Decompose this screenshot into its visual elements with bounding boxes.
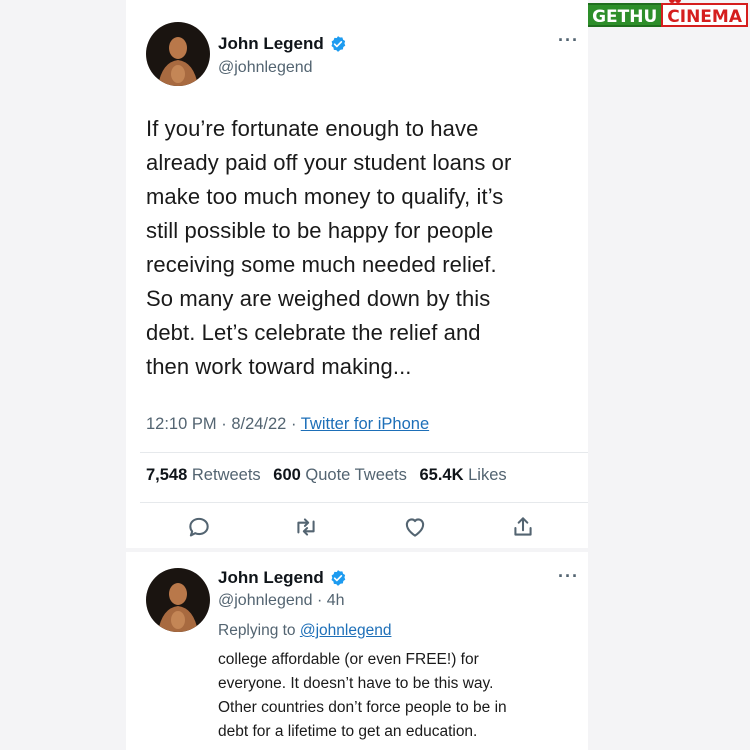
author-name-row: John Legend [218, 34, 347, 54]
tweet-body: If you’re fortunate enough to have alrea… [146, 112, 576, 384]
tweet-source-link[interactable]: Twitter for iPhone [301, 415, 429, 433]
tweet-line: receiving some much needed relief. [146, 252, 497, 277]
replying-to: Replying to @johnlegend [218, 622, 391, 640]
author-name[interactable]: John Legend [218, 568, 324, 588]
tweet-line: make too much money to qualify, it’s [146, 184, 504, 209]
more-horizontal-icon[interactable]: ··· [558, 566, 579, 587]
quote-tweets-stat[interactable]: 600 Quote Tweets [273, 466, 407, 484]
tweet-line: already paid off your student loans or [146, 150, 512, 175]
tweet-line: So many are weighed down by this [146, 286, 491, 311]
reply-handle-row: @johnlegend · 4h [218, 592, 345, 610]
tweet-time[interactable]: 12:10 PM [146, 415, 217, 433]
retweet-icon[interactable] [293, 514, 319, 540]
author-name-row: John Legend [218, 568, 347, 588]
like-icon[interactable] [402, 514, 428, 540]
author-name[interactable]: John Legend [218, 34, 324, 54]
divider [140, 502, 588, 503]
watermark-left-text: GETHU [586, 3, 662, 27]
tweet-actions [126, 514, 588, 544]
tweet-line: debt. Let’s celebrate the relief and [146, 320, 481, 345]
verified-badge-icon [331, 36, 346, 52]
watermark-right-text: CINEMA [661, 0, 748, 27]
watermark-logo: GETHU CINEMA [586, 0, 748, 28]
author-handle[interactable]: @johnlegend [218, 59, 313, 77]
avatar[interactable] [146, 568, 210, 632]
tweet-line: still possible to be happy for people [146, 218, 494, 243]
reply-line: everyone. It doesn’t have to be this way… [218, 675, 494, 692]
verified-badge-icon [331, 570, 346, 586]
meta-separator: · [317, 592, 327, 609]
meta-separator: · [290, 415, 301, 433]
tweet-card[interactable]: John Legend @johnlegend ··· If you’re fo… [126, 0, 588, 548]
reply-age[interactable]: 4h [327, 592, 345, 609]
author-handle[interactable]: @johnlegend [218, 592, 313, 609]
replying-to-label: Replying to [218, 622, 296, 639]
tweet-stats: 7,548 Retweets 600 Quote Tweets 65.4K Li… [146, 466, 507, 485]
tweet-line: If you’re fortunate enough to have [146, 116, 479, 141]
reply-body: college affordable (or even FREE!) for e… [218, 648, 578, 744]
tweet-line: then work toward making... [146, 354, 412, 379]
divider [140, 452, 588, 453]
more-horizontal-icon[interactable]: ··· [558, 30, 579, 51]
tweet-meta: 12:10 PM · 8/24/22 · Twitter for iPhone [146, 415, 429, 434]
avatar[interactable] [146, 22, 210, 86]
reply-line: college affordable (or even FREE!) for [218, 651, 479, 668]
tweet-date[interactable]: 8/24/22 [231, 415, 286, 433]
reply-card[interactable]: John Legend @johnlegend · 4h ··· Replyin… [126, 552, 588, 750]
share-icon[interactable] [510, 514, 536, 540]
reply-line: debt for a lifetime to get an education. [218, 723, 478, 740]
meta-separator: · [221, 415, 232, 433]
likes-stat[interactable]: 65.4K Likes [420, 466, 507, 484]
film-reel-icon [669, 0, 682, 3]
replying-to-mention[interactable]: @johnlegend [300, 622, 392, 639]
reply-icon[interactable] [186, 514, 212, 540]
reply-line: Other countries don’t force people to be… [218, 699, 507, 716]
retweets-stat[interactable]: 7,548 Retweets [146, 466, 261, 484]
